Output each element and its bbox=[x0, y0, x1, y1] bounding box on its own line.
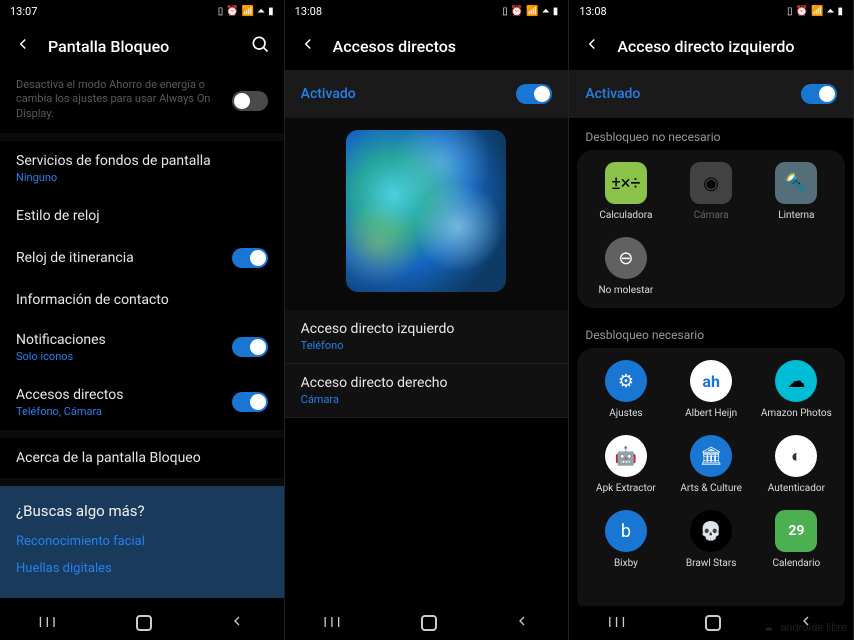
roaming-clock-item[interactable]: Reloj de itinerancia bbox=[0, 236, 284, 280]
notifications-toggle[interactable] bbox=[232, 337, 268, 357]
page-title: Acceso directo izquierdo bbox=[617, 37, 839, 56]
phone-shortcuts: 13:08 ▯⏰📶⏶▮ Accesos directos Activado Ac… bbox=[285, 0, 570, 640]
nav-recents[interactable]: III bbox=[608, 615, 628, 631]
nav-home[interactable] bbox=[705, 615, 721, 631]
lockscreen-preview bbox=[285, 118, 569, 310]
app-dnd[interactable]: ⊖No molestar bbox=[585, 233, 666, 300]
nav-back[interactable] bbox=[229, 613, 245, 633]
albert-heijn-icon: ah bbox=[690, 360, 732, 402]
app-camera[interactable]: ◉Cámara bbox=[671, 158, 752, 225]
phone-lockscreen-settings: 13:07 ▯⏰📶⏶▮ Pantalla Bloqueo Desactiva e… bbox=[0, 0, 285, 640]
nav-home[interactable] bbox=[421, 615, 437, 631]
header: Accesos directos bbox=[285, 22, 569, 70]
shortcuts-item[interactable]: Accesos directos Teléfono, Cámara bbox=[0, 375, 284, 430]
authenticator-icon: ◐ bbox=[775, 435, 817, 477]
content: Desactiva el modo Ahorro de energía o ca… bbox=[0, 70, 284, 606]
app-ajustes[interactable]: ⚙Ajustes bbox=[585, 356, 666, 423]
content: Activado Acceso directo izquierdo Teléfo… bbox=[285, 70, 569, 606]
looking-for-more-card: ¿Buscas algo más? Reconocimiento facial … bbox=[0, 486, 284, 598]
amazon-photos-icon: ☁ bbox=[775, 360, 817, 402]
nav-home[interactable] bbox=[136, 615, 152, 631]
flashlight-icon: 🔦 bbox=[775, 162, 817, 204]
back-icon[interactable] bbox=[583, 35, 601, 57]
back-icon[interactable] bbox=[14, 35, 32, 57]
nav-back[interactable] bbox=[514, 613, 530, 633]
header: Acceso directo izquierdo bbox=[569, 22, 853, 70]
content: Activado Desbloqueo no necesario ±×÷Calc… bbox=[569, 70, 853, 606]
app-bixby[interactable]: bBixby bbox=[585, 506, 666, 573]
calculator-icon: ±×÷ bbox=[605, 162, 647, 204]
app-flashlight[interactable]: 🔦Linterna bbox=[756, 158, 837, 225]
camera-icon: ◉ bbox=[690, 162, 732, 204]
wallpaper-services-item[interactable]: Servicios de fondos de pantalla Ninguno bbox=[0, 141, 284, 196]
settings-icon: ⚙ bbox=[605, 360, 647, 402]
apk-extractor-icon: 🤖 bbox=[605, 435, 647, 477]
status-bar: 13:07 ▯⏰📶⏶▮ bbox=[0, 0, 284, 22]
fingerprints-link[interactable]: Huellas digitales bbox=[16, 555, 268, 582]
arts-culture-icon: 🏛 bbox=[690, 435, 732, 477]
status-bar: 13:08 ▯⏰📶⏶▮ bbox=[569, 0, 853, 22]
shortcut-list: Acceso directo izquierdo Teléfono Acceso… bbox=[285, 310, 569, 418]
no-unlock-grid: ±×÷Calculadora ◉Cámara 🔦Linterna ⊖No mol… bbox=[577, 150, 845, 308]
status-time: 13:07 bbox=[10, 5, 37, 18]
calendar-icon: 29 bbox=[775, 510, 817, 552]
app-arts-culture[interactable]: 🏛Arts & Culture bbox=[671, 431, 752, 498]
nav-recents[interactable]: III bbox=[323, 615, 343, 631]
aod-disabled-row: Desactiva el modo Ahorro de energía o ca… bbox=[0, 70, 284, 133]
app-authenticator[interactable]: ◐Autenticador bbox=[756, 431, 837, 498]
shortcuts-toggle[interactable] bbox=[232, 392, 268, 412]
app-apk-extractor[interactable]: 🤖Apk Extractor bbox=[585, 431, 666, 498]
page-title: Accesos directos bbox=[333, 37, 555, 56]
app-amazon-photos[interactable]: ☁Amazon Photos bbox=[756, 356, 837, 423]
activado-toggle[interactable] bbox=[516, 84, 552, 104]
nav-bar: III bbox=[285, 606, 569, 640]
status-time: 13:08 bbox=[295, 5, 322, 18]
face-recognition-link[interactable]: Reconocimiento facial bbox=[16, 528, 268, 555]
back-icon[interactable] bbox=[299, 35, 317, 57]
app-albert-heijn[interactable]: ahAlbert Heijn bbox=[671, 356, 752, 423]
activado-bar: Activado bbox=[285, 70, 569, 118]
nav-bar: III bbox=[0, 606, 284, 640]
page-title: Pantalla Bloqueo bbox=[48, 37, 234, 56]
brawl-stars-icon: 💀 bbox=[690, 510, 732, 552]
wallpaper-preview bbox=[346, 130, 506, 292]
clock-style-item[interactable]: Estilo de reloj bbox=[0, 196, 284, 236]
status-icons: ▯⏰📶⏶▮ bbox=[502, 6, 558, 17]
aod-hint-text: Desactiva el modo Ahorro de energía o ca… bbox=[0, 70, 232, 133]
dnd-icon: ⊖ bbox=[605, 237, 647, 279]
right-shortcut-item[interactable]: Acceso directo derecho Cámara bbox=[285, 364, 569, 418]
section-unlock: Desbloqueo necesario bbox=[569, 316, 853, 348]
status-time: 13:08 bbox=[579, 5, 606, 18]
more-title: ¿Buscas algo más? bbox=[16, 502, 268, 520]
roaming-clock-toggle[interactable] bbox=[232, 248, 268, 268]
section-no-unlock: Desbloqueo no necesario bbox=[569, 118, 853, 150]
app-calculator[interactable]: ±×÷Calculadora bbox=[585, 158, 666, 225]
notifications-item[interactable]: Notificaciones Solo iconos bbox=[0, 320, 284, 375]
header: Pantalla Bloqueo bbox=[0, 22, 284, 70]
app-calendar[interactable]: 29Calendario bbox=[756, 506, 837, 573]
activado-toggle[interactable] bbox=[801, 84, 837, 104]
activado-bar: Activado bbox=[569, 70, 853, 118]
phone-left-shortcut-picker: 13:08 ▯⏰📶⏶▮ Acceso directo izquierdo Act… bbox=[569, 0, 854, 640]
aod-toggle bbox=[232, 91, 268, 111]
status-icons: ▯⏰📶⏶▮ bbox=[218, 6, 274, 17]
unlock-grid: ⚙Ajustes ahAlbert Heijn ☁Amazon Photos 🤖… bbox=[577, 348, 845, 606]
left-shortcut-item[interactable]: Acceso directo izquierdo Teléfono bbox=[285, 310, 569, 364]
about-lockscreen-item[interactable]: Acerca de la pantalla Bloqueo bbox=[0, 438, 284, 478]
app-brawl-stars[interactable]: 💀Brawl Stars bbox=[671, 506, 752, 573]
search-icon[interactable] bbox=[250, 34, 270, 58]
watermark: androide libre bbox=[762, 620, 847, 634]
status-bar: 13:08 ▯⏰📶⏶▮ bbox=[285, 0, 569, 22]
status-icons: ▯⏰📶⏶▮ bbox=[787, 6, 843, 17]
nav-recents[interactable]: III bbox=[39, 615, 59, 631]
contact-info-item[interactable]: Información de contacto bbox=[0, 280, 284, 320]
activado-label: Activado bbox=[301, 86, 356, 102]
activado-label: Activado bbox=[585, 86, 640, 102]
bixby-icon: b bbox=[605, 510, 647, 552]
